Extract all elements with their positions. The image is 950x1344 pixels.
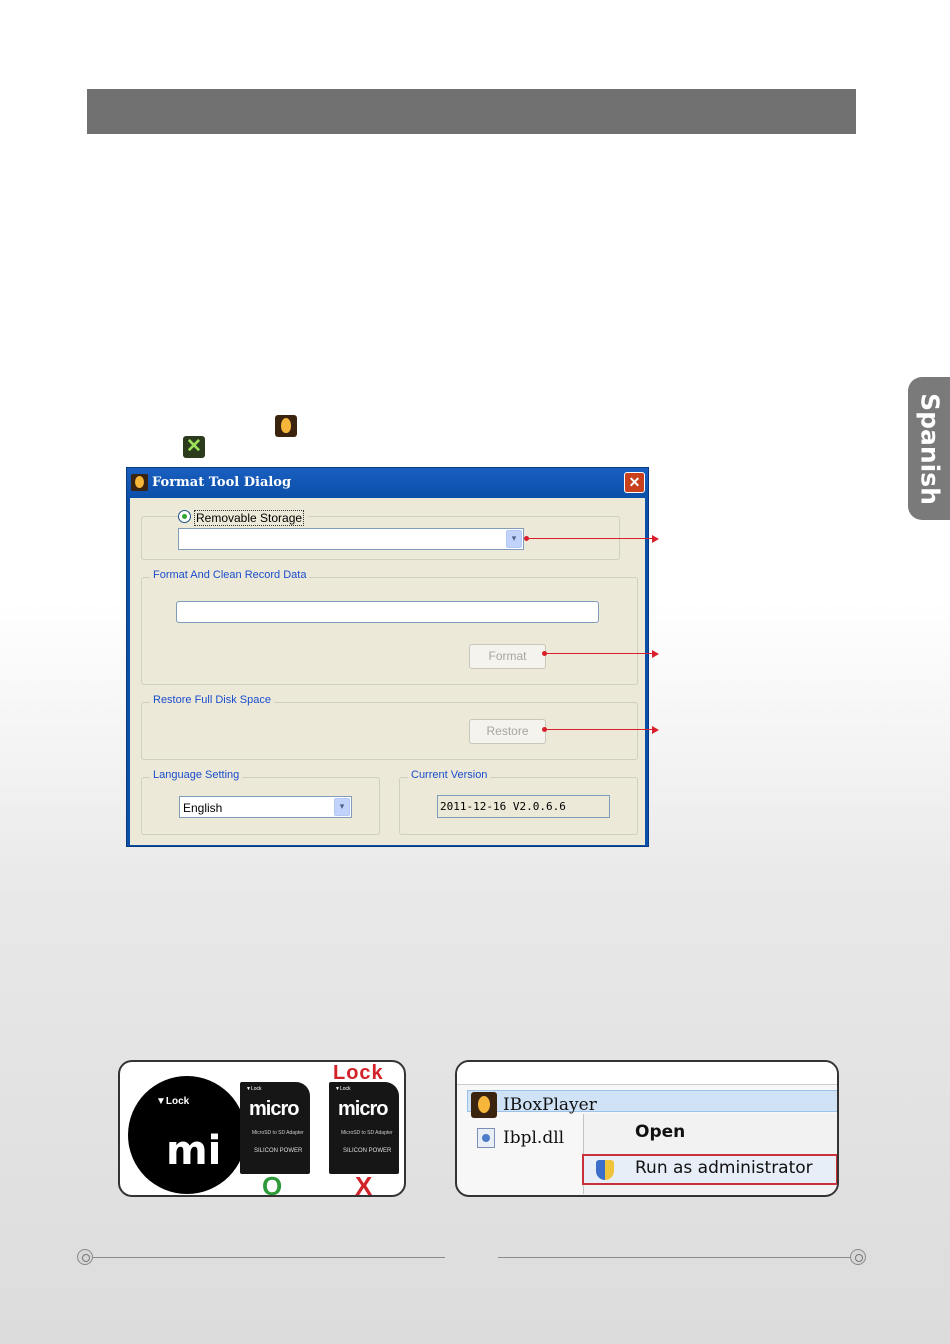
radio-icon[interactable]: [178, 510, 191, 523]
storage-device-select[interactable]: ▾: [178, 528, 524, 550]
sd-card-locked: ▼Lock micro MicroSD to SD Adapter SILICO…: [329, 1082, 399, 1174]
callout-line-restore: [544, 729, 653, 730]
format-progress-bar: [176, 601, 599, 623]
callout-line-format: [544, 653, 653, 654]
dll-file-icon: [477, 1128, 495, 1148]
ok-mark: O: [262, 1171, 283, 1197]
footer-right-rule: [498, 1257, 850, 1258]
dialog-client-area: Removable Storage ▾ Format And Clean Rec…: [130, 498, 645, 845]
format-button[interactable]: Format: [469, 644, 546, 669]
footer-left-ornament-icon: [77, 1249, 93, 1265]
version-field: 2011-12-16 V2.0.6.6: [437, 795, 610, 818]
language-side-tab: Spanish: [908, 377, 950, 520]
language-group: Language Setting English ▾: [141, 769, 380, 835]
restore-group: Restore Full Disk Space Restore: [141, 694, 638, 760]
close-button[interactable]: ✕: [624, 472, 645, 493]
uac-shield-icon: [596, 1160, 614, 1180]
footer-left-rule: [93, 1257, 445, 1258]
language-group-legend: Language Setting: [150, 769, 243, 781]
format-group: Format And Clean Record Data Format: [141, 569, 638, 685]
file-name-iboxplayer[interactable]: IBoxPlayer: [503, 1095, 597, 1115]
chevron-down-icon[interactable]: ▾: [506, 530, 522, 548]
language-select[interactable]: English ▾: [179, 796, 352, 818]
menu-item-open[interactable]: Open: [635, 1122, 685, 1142]
sd-card-lock-image: ▼Lock mi ▼Lock micro MicroSD to SD Adapt…: [118, 1060, 406, 1197]
radio-label: Removable Storage: [194, 510, 305, 526]
lock-label: Lock: [333, 1062, 384, 1084]
app-icon: [131, 474, 148, 491]
version-group-legend: Current Version: [408, 769, 491, 781]
file-name-dll[interactable]: Ibpl.dll: [503, 1128, 564, 1148]
iboxplayer-file-icon: [471, 1092, 497, 1118]
format-tool-icon: ✕: [183, 436, 205, 458]
callout-arrow-restore: [652, 726, 659, 734]
footer-right-ornament-icon: [850, 1249, 866, 1265]
language-select-value: English: [183, 801, 223, 815]
chevron-down-icon[interactable]: ▾: [334, 798, 350, 816]
restore-group-legend: Restore Full Disk Space: [150, 694, 274, 706]
side-tab-label: Spanish: [915, 392, 945, 505]
callout-line-storage: [526, 538, 653, 539]
iboxplayer-app-icon: [275, 415, 297, 437]
format-tool-dialog: Format Tool Dialog ✕ Removable Storage ▾…: [126, 467, 649, 847]
callout-arrow-format: [652, 650, 659, 658]
callout-arrow-storage: [652, 535, 659, 543]
run-as-admin-image: IBoxPlayer Ibpl.dll Open Run as administ…: [455, 1060, 839, 1197]
dialog-titlebar[interactable]: Format Tool Dialog ✕: [127, 468, 648, 498]
version-group: Current Version 2011-12-16 V2.0.6.6: [399, 769, 638, 835]
sd-card-unlocked: ▼Lock micro MicroSD to SD Adapter SILICO…: [240, 1082, 310, 1174]
section-header-bar: [87, 89, 856, 134]
menu-item-run-as-admin[interactable]: Run as administrator: [635, 1158, 813, 1178]
bad-mark: X: [355, 1171, 373, 1197]
zoom-circle: ▼Lock mi: [128, 1076, 246, 1194]
format-group-legend: Format And Clean Record Data: [150, 569, 310, 581]
dialog-title: Format Tool Dialog: [152, 475, 292, 490]
restore-button[interactable]: Restore: [469, 719, 546, 744]
explorer-header-strip: [457, 1062, 837, 1085]
removable-storage-radio[interactable]: Removable Storage: [178, 510, 309, 526]
